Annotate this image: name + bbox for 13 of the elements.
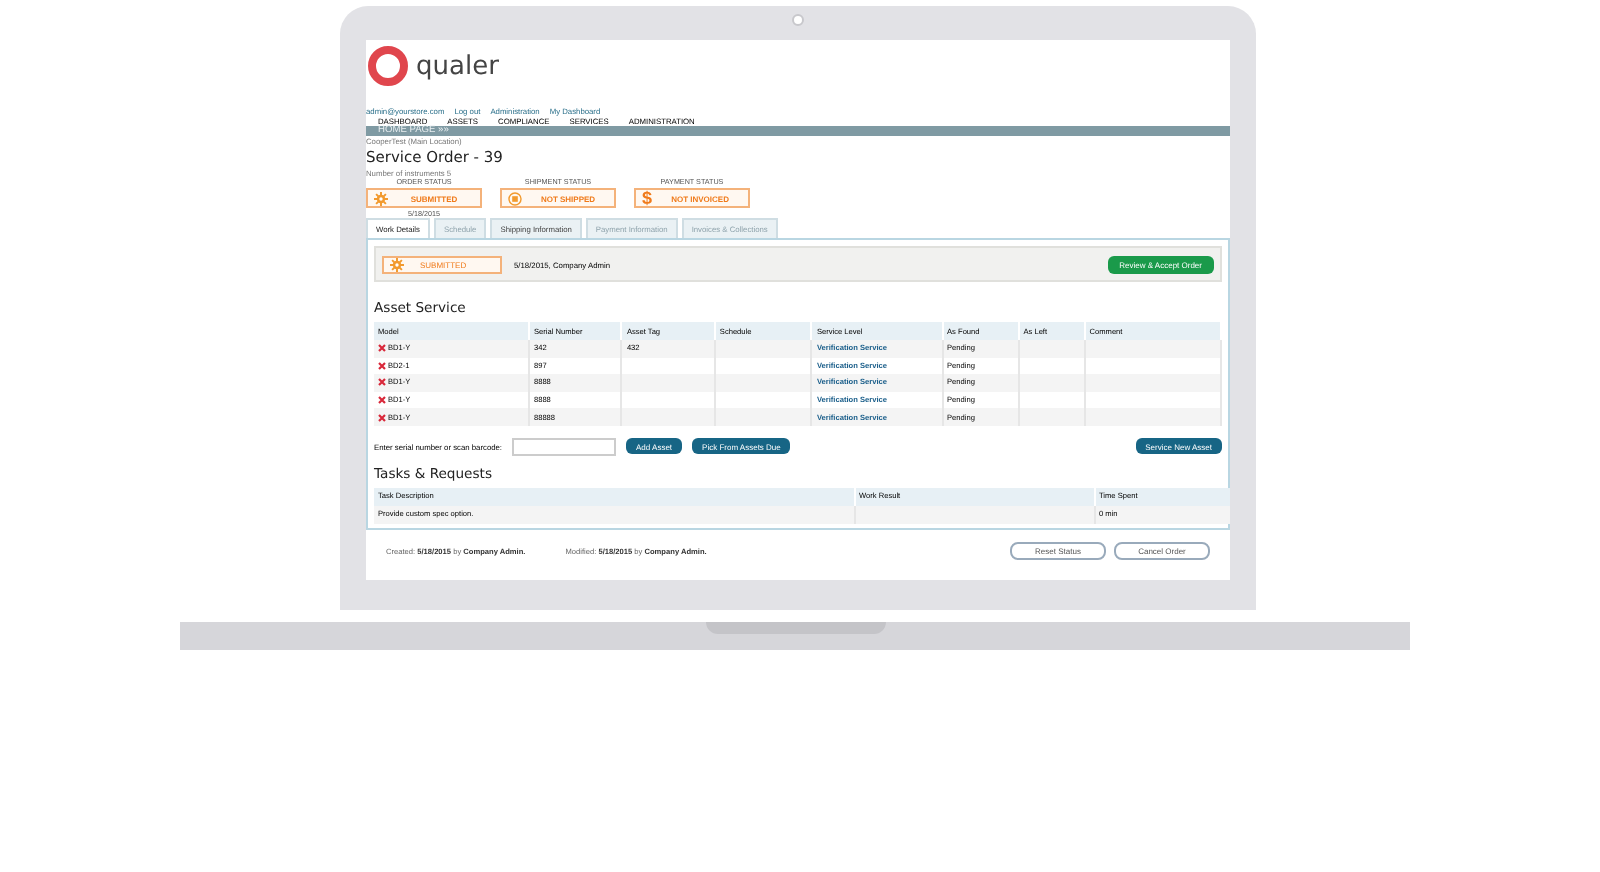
serial-input[interactable] [512, 437, 617, 456]
box-icon [508, 191, 522, 205]
remove-icon[interactable] [378, 344, 386, 353]
remove-icon[interactable] [378, 413, 386, 422]
gear-icon [390, 257, 404, 271]
remove-icon[interactable] [378, 378, 386, 387]
logo-text: qualer [416, 51, 499, 81]
dollar-sign: $ [642, 189, 653, 207]
camera-dot [792, 14, 804, 26]
gear-icon [374, 191, 388, 205]
remove-icon[interactable] [378, 361, 386, 370]
remove-icon[interactable] [378, 396, 386, 405]
logo-icon [366, 44, 410, 88]
